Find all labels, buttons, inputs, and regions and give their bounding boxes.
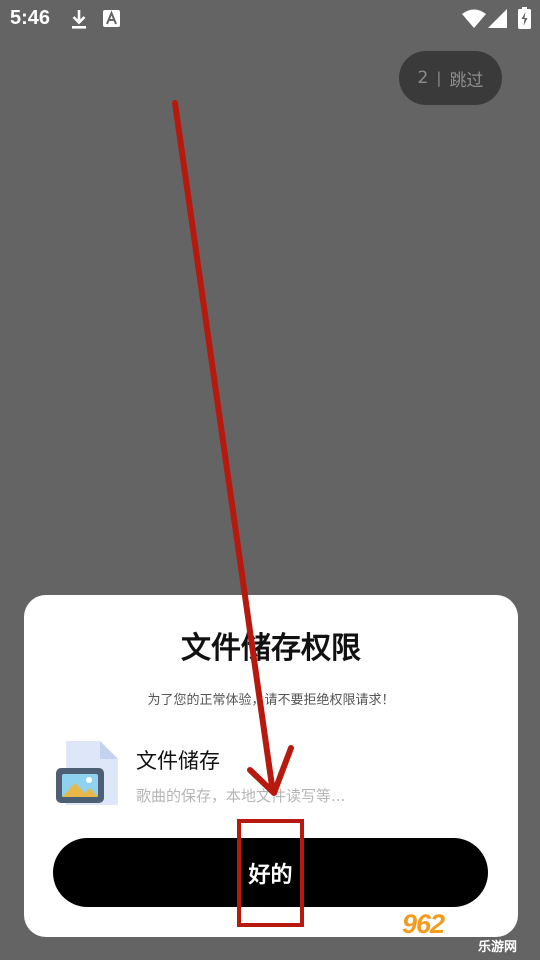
font-a-icon: [103, 10, 120, 27]
dialog-title: 文件储存权限: [181, 631, 361, 666]
image-file-icon: [56, 741, 118, 805]
status-time: 5:46: [10, 7, 51, 29]
site-watermark: 962 .NET 乐游网: [400, 909, 536, 957]
skip-label: 跳过: [449, 70, 484, 91]
permission-name: 文件储存: [136, 749, 220, 773]
permission-dialog: 文件储存权限 为了您的正常体验，请不要拒绝权限请求！ 文件储存 歌曲的保存，本地…: [24, 595, 518, 937]
permission-description: 歌曲的保存，本地文件读写等...: [136, 787, 346, 805]
watermark-number: 962: [402, 909, 445, 939]
wifi-icon: [462, 9, 486, 28]
ok-button-label: 好的: [248, 862, 293, 888]
ok-button[interactable]: 好的: [53, 838, 488, 907]
signal-icon: [488, 9, 507, 28]
watermark-name: 乐游网: [478, 940, 518, 955]
battery-charging-icon: [518, 7, 531, 29]
skip-button[interactable]: 2 | 跳过: [399, 51, 502, 105]
skip-separator: |: [436, 69, 442, 87]
dialog-subtitle: 为了您的正常体验，请不要拒绝权限请求！: [147, 693, 395, 708]
watermark-net: .NET: [464, 915, 506, 935]
download-icon: [72, 10, 86, 29]
skip-countdown: 2: [417, 68, 429, 88]
status-bar: 5:46: [0, 0, 540, 40]
